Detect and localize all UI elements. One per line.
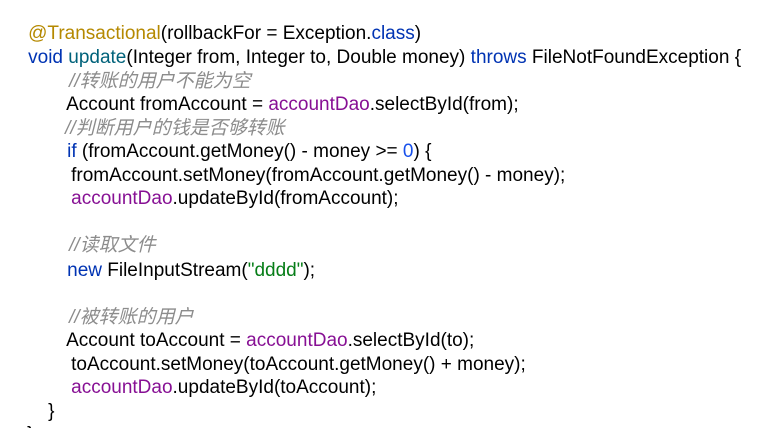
- code-line: new FileInputStream("dddd");: [46, 235, 315, 281]
- code-token: accountDao: [71, 376, 173, 398]
- code-token: FileInputStream(: [101, 259, 248, 281]
- code-token: );: [303, 259, 316, 281]
- code-editor-view: @Transactional(rollbackFor = Exception.c…: [0, 0, 767, 428]
- code-token: }: [27, 424, 33, 428]
- code-line: if (fromAccount.getMoney() - money >= 0)…: [46, 116, 431, 162]
- code-line: Account toAccount = accountDao.selectByI…: [46, 305, 474, 351]
- code-token: throws: [470, 46, 527, 68]
- code-line: accountDao.updateById(toAccount);: [50, 352, 376, 398]
- code-token: new: [67, 259, 102, 281]
- code-token: "dddd": [247, 259, 304, 281]
- code-line: //读取文件: [48, 210, 156, 256]
- code-line: void update(Integer from, Integer to, Do…: [7, 22, 741, 68]
- code-line: }: [27, 376, 54, 422]
- code-token: .selectById(from);: [369, 93, 519, 115]
- code-token: FileNotFoundException {: [526, 46, 742, 68]
- code-token: }: [48, 400, 55, 422]
- code-token: .updateById(toAccount);: [172, 376, 377, 398]
- code-token: .updateById(fromAccount);: [172, 187, 399, 209]
- code-line: accountDao.updateById(fromAccount);: [50, 163, 398, 209]
- code-line: Account fromAccount = accountDao.selectB…: [46, 69, 519, 115]
- code-line: }: [6, 399, 33, 428]
- code-line: //转账的用户不能为空: [48, 46, 251, 92]
- code-line: @Transactional(rollbackFor = Exception.c…: [7, 0, 421, 44]
- code-line: //被转账的用户: [48, 282, 194, 328]
- code-line: //判断用户的钱是否够转账: [44, 93, 285, 139]
- code-line: fromAccount.setMoney(fromAccount.getMone…: [50, 140, 565, 186]
- code-line: toAccount.setMoney(toAccount.getMoney() …: [50, 329, 526, 375]
- code-token: accountDao: [71, 187, 173, 209]
